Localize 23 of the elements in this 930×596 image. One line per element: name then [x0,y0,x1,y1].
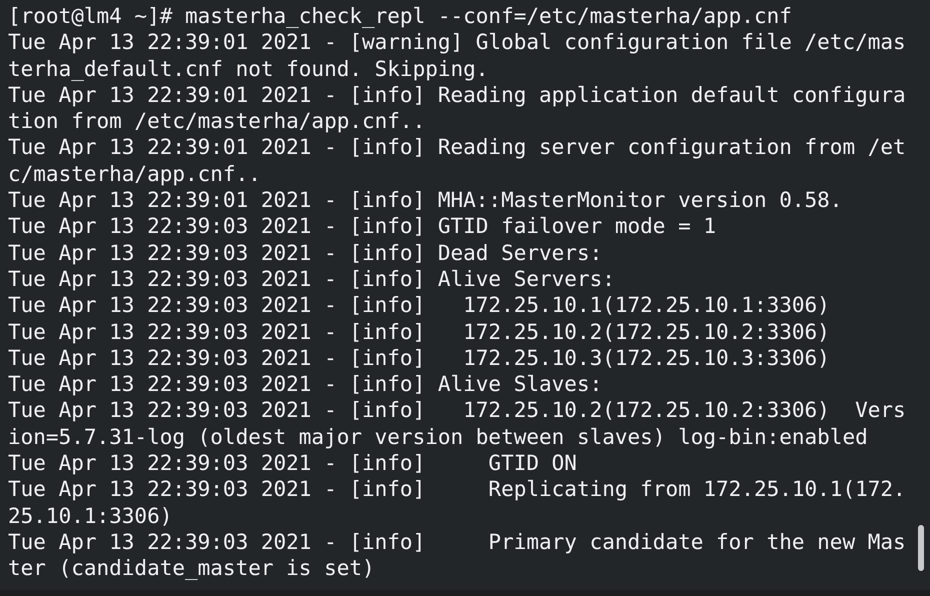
scrollbar-thumb[interactable] [918,525,924,571]
terminal-line: Tue Apr 13 22:39:03 2021 - [info] Dead Servers: [8,240,604,266]
terminal-line: Tue Apr 13 22:39:03 2021 - [info] Alive Servers: [8,266,616,292]
terminal-line: Tue Apr 13 22:39:03 2021 - [info] GTID failover mode = 1 [8,213,718,240]
terminal-line: Tue Apr 13 22:39:03 2021 - [info] 172.25.10.1(172.25.10.1:3306) [8,292,831,319]
terminal-line: Tue Apr 13 22:39:03 2021 - [info] 172.25.10.3(172.25.10.3:3306) [8,344,831,372]
terminal-line: Tue Apr 13 22:39:03 2021 - [info] Primary candidate for the new Mas [8,528,906,556]
terminal-line: Tue Apr 13 22:39:03 2021 - [info] Alive Slaves: [8,371,604,398]
terminal-line: tion from /etc/masterha/app.cnf.. [8,108,426,134]
terminal-line: Tue Apr 13 22:39:01 2021 - [warning] Global configuration file /etc/mas [8,29,906,56]
terminal-line: Tue Apr 13 22:39:03 2021 - [info] 172.25.10.2(172.25.10.2:3306) [8,318,831,345]
terminal-line: [root@lm4 ~]# masterha_check_repl --conf=/etc/masterha/app.cnf [8,3,793,30]
terminal-line: ter (candidate_master is set) [8,555,376,582]
terminal-line: Tue Apr 13 22:39:01 2021 - [info] Reading application default configura [8,82,906,108]
terminal-line: Tue Apr 13 22:39:03 2021 - [info] Replicating from 172.25.10.1(172. [8,476,906,503]
terminal-line: Tue Apr 13 22:39:01 2021 - [info] MHA::MasterMonitor version 0.58. [8,187,844,214]
terminal-line: ion=5.7.31-log (oldest major version between slaves) log-bin:enabled [8,424,869,450]
terminal-line: 25.10.1:3306) [8,502,174,529]
terminal-line: Tue Apr 13 22:39:01 2021 - [info] Reading server configuration from /et [8,134,906,161]
terminal-line: c/masterha/app.cnf.. [8,160,262,188]
terminal-line: Tue Apr 13 22:39:03 2021 - [info] 172.25.10.2(172.25.10.2:3306) Vers [8,397,906,424]
terminal-line: terha_default.cnf not found. Skipping. [8,56,490,82]
terminal-line: Tue Apr 13 22:39:03 2021 - [info] GTID ON [8,450,578,476]
